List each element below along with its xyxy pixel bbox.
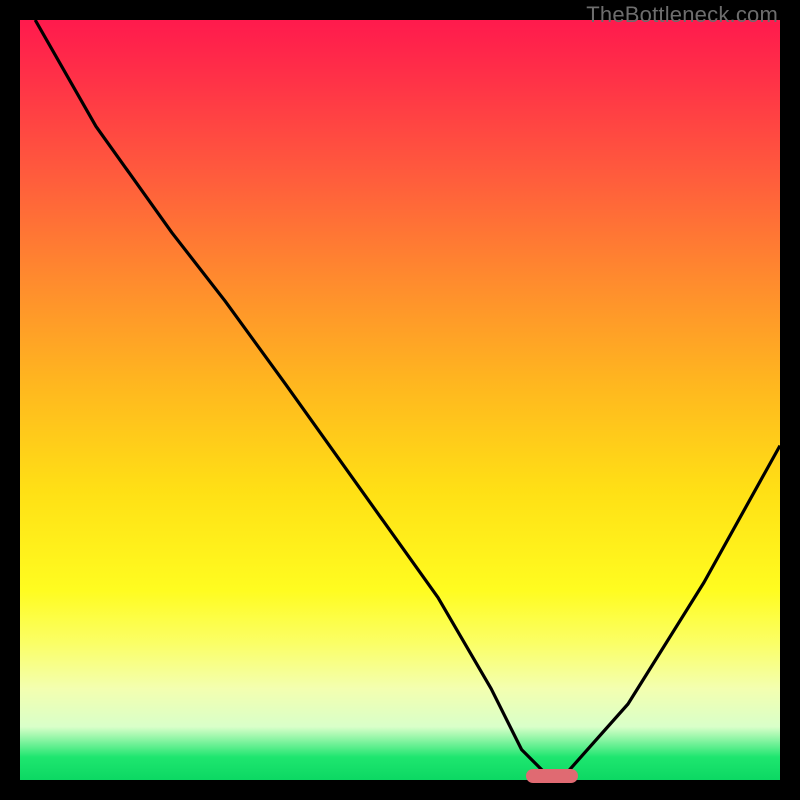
curve-path <box>35 20 780 772</box>
min-marker <box>526 769 578 783</box>
outer-frame: TheBottleneck.com <box>0 0 800 800</box>
watermark-label: TheBottleneck.com <box>586 2 778 28</box>
bottleneck-curve <box>20 20 780 780</box>
